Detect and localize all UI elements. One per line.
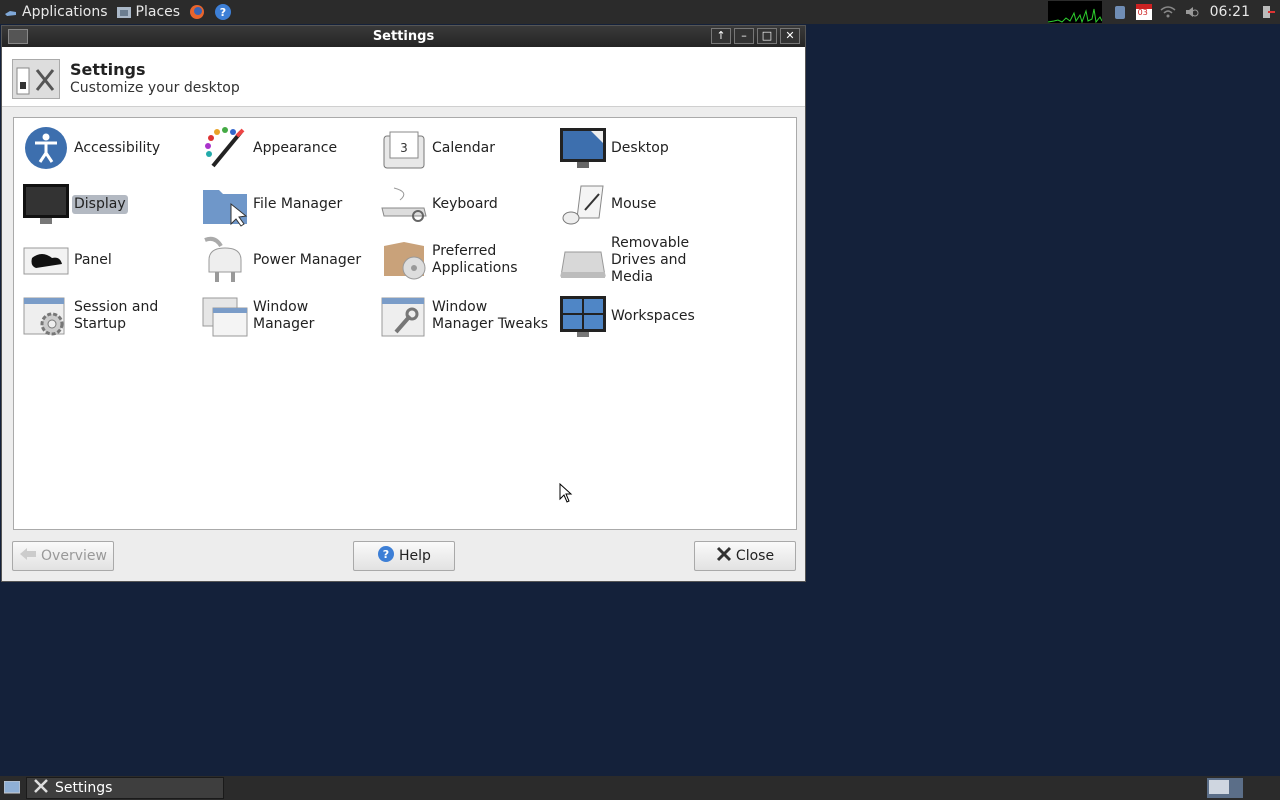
- top-panel: Applications Places ? 03 06:21: [0, 0, 1280, 24]
- overview-button[interactable]: Overview: [12, 541, 114, 571]
- logout-icon[interactable]: [1260, 4, 1276, 20]
- help-icon: ?: [377, 545, 395, 567]
- clipboard-icon[interactable]: [1112, 4, 1128, 20]
- help-button[interactable]: ? Help: [353, 541, 455, 571]
- svg-text:?: ?: [383, 548, 389, 561]
- workspace-switcher[interactable]: [1207, 778, 1243, 798]
- svg-text:?: ?: [220, 6, 226, 19]
- removable-drives-icon: [559, 236, 607, 284]
- window-titlebar[interactable]: Settings ↑ – □ ✕: [2, 26, 805, 47]
- panel-icon: [22, 236, 70, 284]
- settings-header: Settings Customize your desktop: [2, 47, 805, 107]
- applications-menu[interactable]: Applications: [0, 0, 112, 24]
- xfce-mouse-icon: [5, 11, 16, 16]
- show-desktop-icon[interactable]: [3, 780, 21, 799]
- close-icon: [716, 546, 732, 566]
- settings-item-calendar[interactable]: 3 Calendar: [380, 122, 555, 174]
- settings-item-session-startup[interactable]: Session and Startup: [22, 290, 197, 342]
- session-startup-icon: [22, 292, 70, 340]
- settings-item-window-manager[interactable]: Window Manager: [201, 290, 376, 342]
- calendar-day: 03: [1137, 8, 1148, 17]
- settings-item-display[interactable]: Display: [22, 178, 197, 230]
- mouse-cursor-icon: [559, 482, 573, 507]
- cpu-activity-icon: [1047, 8, 1102, 23]
- settings-item-accessibility[interactable]: Accessibility: [22, 122, 197, 174]
- calendar-icon: 3: [380, 124, 428, 172]
- settings-item-window-manager-tweaks[interactable]: Window Manager Tweaks: [380, 290, 555, 342]
- settings-item-mouse[interactable]: Mouse: [559, 178, 734, 230]
- svg-text:3: 3: [400, 141, 408, 155]
- shade-button[interactable]: ↑: [711, 28, 731, 44]
- minimize-button[interactable]: –: [734, 28, 754, 44]
- help-launcher[interactable]: ?: [210, 0, 236, 24]
- display-icon: [22, 180, 70, 228]
- header-title: Settings: [70, 60, 146, 79]
- settings-item-file-manager[interactable]: File Manager: [201, 178, 376, 230]
- settings-window: Settings ↑ – □ ✕ Settings Customize your…: [1, 25, 806, 582]
- window-manager-tweaks-icon: [380, 292, 428, 340]
- settings-item-preferred-applications[interactable]: Preferred Applications: [380, 234, 555, 286]
- close-button[interactable]: Close: [694, 541, 796, 571]
- settings-item-removable-drives[interactable]: Removable Drives and Media: [559, 234, 734, 286]
- desktop-icon: [559, 124, 607, 172]
- accessibility-icon: [22, 124, 70, 172]
- mouse-icon: [559, 180, 607, 228]
- volume-icon[interactable]: [1184, 4, 1200, 20]
- settings-item-keyboard[interactable]: Keyboard: [380, 178, 555, 230]
- workspace-1[interactable]: [1209, 780, 1229, 794]
- help-icon: ?: [215, 4, 232, 20]
- appearance-icon: [201, 124, 249, 172]
- settings-header-icon: [12, 59, 60, 99]
- clock[interactable]: 06:21: [1210, 4, 1250, 20]
- settings-item-workspaces[interactable]: Workspaces: [559, 290, 734, 342]
- bottom-taskbar: Settings: [0, 776, 1280, 800]
- keyboard-icon: [380, 180, 428, 228]
- places-menu[interactable]: Places: [112, 0, 185, 24]
- settings-item-panel[interactable]: Panel: [22, 234, 197, 286]
- applications-label: Applications: [22, 4, 108, 20]
- workspaces-icon: [559, 292, 607, 340]
- firefox-icon: [190, 5, 205, 19]
- places-label: Places: [135, 4, 181, 20]
- calendar-tray-icon[interactable]: 03: [1135, 4, 1152, 20]
- settings-item-appearance[interactable]: Appearance: [201, 122, 376, 174]
- header-subtitle: Customize your desktop: [70, 80, 240, 96]
- settings-item-power-manager[interactable]: Power Manager: [201, 234, 376, 286]
- window-title: Settings: [372, 29, 435, 44]
- places-icon: [116, 7, 131, 18]
- firefox-launcher[interactable]: [184, 0, 210, 24]
- window-manager-icon: [201, 292, 249, 340]
- wifi-icon[interactable]: [1160, 4, 1176, 20]
- file-manager-icon: [201, 180, 249, 228]
- maximize-button[interactable]: □: [757, 28, 777, 44]
- power-manager-icon: [201, 236, 249, 284]
- settings-item-desktop[interactable]: Desktop: [559, 122, 734, 174]
- back-arrow-icon: [19, 547, 37, 565]
- cpu-graph[interactable]: [1047, 1, 1102, 23]
- settings-grid: Accessibility Appearance 3 Calendar Desk…: [13, 117, 797, 530]
- taskbar-item-settings[interactable]: Settings: [26, 777, 224, 799]
- settings-tools-icon: [33, 778, 49, 798]
- close-window-button[interactable]: ✕: [780, 28, 800, 44]
- preferred-applications-icon: [380, 236, 428, 284]
